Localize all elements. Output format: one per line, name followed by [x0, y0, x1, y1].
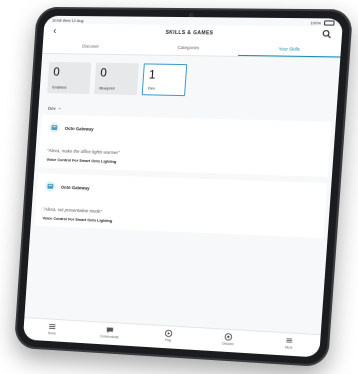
nav-label: Devices [222, 341, 234, 347]
play-icon [165, 330, 173, 338]
status-date: Wed 12 Aug [62, 17, 84, 23]
device-name: Octo Gateway [64, 125, 94, 132]
tab-discover[interactable]: Discover [42, 39, 139, 54]
gateway-device-icon [44, 180, 56, 192]
nav-play[interactable]: Play [138, 325, 199, 350]
devices-icon [224, 333, 233, 342]
status-time: 10:08 [51, 17, 62, 23]
back-icon[interactable]: ‹ [53, 26, 57, 37]
gateway-device-icon [48, 122, 60, 134]
stat-dev[interactable]: 1 Dev [141, 63, 188, 97]
battery-icon [323, 19, 335, 26]
stat-label: Blueprint [99, 85, 115, 91]
device-name: Octo Gateway [60, 184, 90, 191]
skill-card[interactable]: Octo Gateway "Alexa, set presentation mo… [34, 173, 328, 239]
skill-list: Octo Gateway "Alexa, make the office lig… [31, 114, 336, 239]
chevron-down-icon: ⌄ [57, 105, 62, 112]
nav-label: Communicate [99, 334, 120, 340]
nav-devices[interactable]: Devices [197, 328, 259, 354]
skill-card[interactable]: Octo Gateway "Alexa, make the office lig… [38, 114, 332, 177]
battery-percent: 100% [310, 19, 322, 25]
stat-count: 1 [148, 67, 157, 82]
stat-count: 0 [99, 65, 108, 80]
status-right: 100% [310, 19, 335, 26]
status-time-date: 10:08 Wed 12 Aug [52, 17, 84, 22]
nav-more[interactable]: More [258, 332, 321, 358]
stat-count: 0 [52, 64, 61, 79]
stat-enabled[interactable]: 0 Enabled [47, 61, 92, 95]
nav-communicate[interactable]: Communicate [80, 321, 140, 346]
nav-label: Play [164, 338, 172, 343]
stat-label: Dev [147, 85, 156, 91]
tablet-device: 10:08 Wed 12 Aug 100% ‹ SKILLS & GAMES D… [13, 6, 354, 368]
search-icon[interactable] [322, 30, 332, 39]
home-icon [49, 324, 56, 330]
chat-icon [106, 327, 114, 334]
skill-stats: 0 Enabled 0 Blueprint 1 Dev [39, 54, 340, 106]
card-header: Octo Gateway [44, 179, 318, 203]
stat-blueprint[interactable]: 0 Blueprint [94, 62, 139, 96]
menu-icon [286, 338, 293, 343]
app-screen: 10:08 Wed 12 Aug 100% ‹ SKILLS & GAMES D… [22, 15, 344, 358]
stat-label: Enabled [52, 84, 67, 90]
nav-home[interactable]: Home [23, 318, 82, 343]
tab-categories[interactable]: Categories [139, 40, 239, 55]
filter-label: Dev [47, 105, 56, 111]
nav-label: Home [47, 331, 57, 336]
nav-label: More [284, 345, 293, 350]
card-header: Octo Gateway [48, 121, 323, 142]
page-title: SKILLS & GAMES [165, 29, 214, 37]
tab-your-skills[interactable]: Your Skills [237, 41, 342, 58]
